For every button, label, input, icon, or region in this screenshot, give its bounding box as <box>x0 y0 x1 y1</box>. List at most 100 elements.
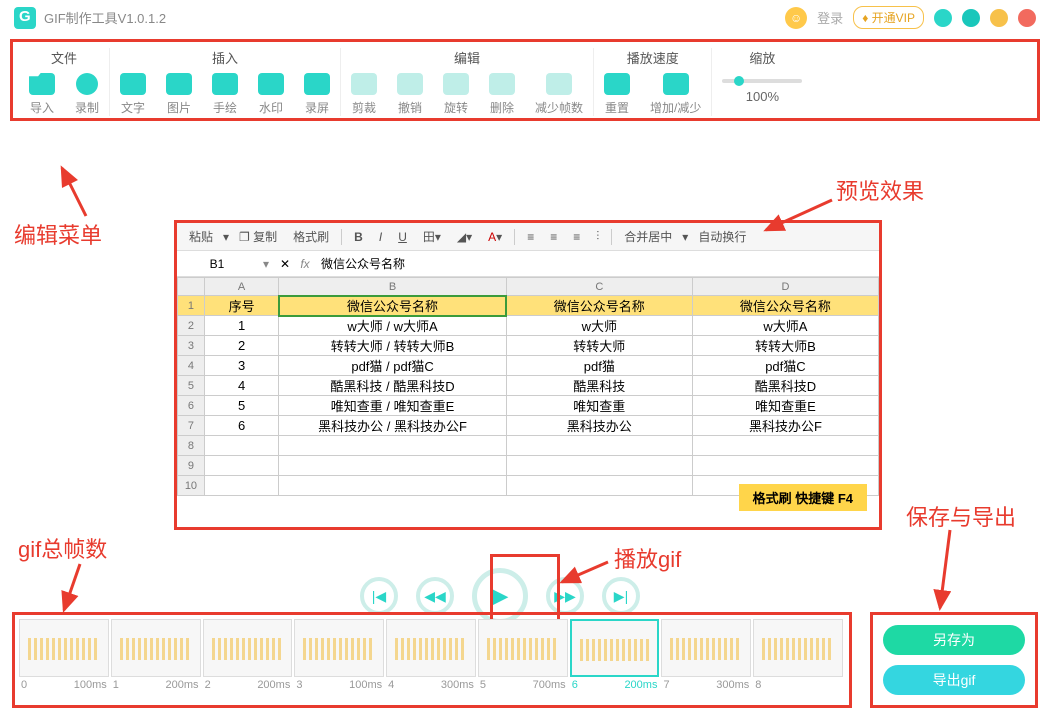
column-header[interactable] <box>178 278 205 296</box>
row-header[interactable]: 5 <box>178 376 205 396</box>
row-header[interactable]: 1 <box>178 296 205 316</box>
cell[interactable]: w大师 / w大师A <box>279 316 506 336</box>
column-header[interactable]: B <box>279 278 506 296</box>
export-gif-button[interactable]: 导出gif <box>883 665 1025 695</box>
frame-thumbnail[interactable]: 2200ms <box>203 619 293 701</box>
toolbar-手绘-button[interactable]: 手绘 <box>212 73 238 116</box>
cell[interactable]: 黑科技办公F <box>692 416 878 436</box>
frame-thumbnail[interactable]: 7300ms <box>661 619 751 701</box>
row-header[interactable]: 8 <box>178 436 205 456</box>
cell[interactable] <box>506 476 692 496</box>
toolbar-减少帧数-button[interactable]: 减少帧数 <box>535 73 583 116</box>
row-header[interactable]: 6 <box>178 396 205 416</box>
row-header[interactable]: 4 <box>178 356 205 376</box>
toolbar-删除-button[interactable]: 删除 <box>489 73 515 116</box>
login-link[interactable]: 登录 <box>817 8 843 27</box>
cancel-icon[interactable]: ✕ <box>275 257 295 271</box>
cell[interactable]: 2 <box>204 336 278 356</box>
cell[interactable] <box>506 436 692 456</box>
cell[interactable] <box>692 436 878 456</box>
toolbar-导入-button[interactable]: 导入 <box>29 73 55 116</box>
format-painter-button[interactable]: 格式刷 <box>287 226 335 247</box>
cell[interactable] <box>279 456 506 476</box>
row-header[interactable]: 9 <box>178 456 205 476</box>
align-left-button[interactable]: ≡ <box>521 228 540 246</box>
frame-thumbnail[interactable]: 0100ms <box>19 619 109 701</box>
cell[interactable] <box>204 476 278 496</box>
align-right-button[interactable]: ≡ <box>567 228 586 246</box>
toolbar-水印-button[interactable]: 水印 <box>258 73 284 116</box>
cell[interactable]: 转转大师 <box>506 336 692 356</box>
toolbar-图片-button[interactable]: 图片 <box>166 73 192 116</box>
toolbar-撤销-button[interactable]: 撤销 <box>397 73 423 116</box>
cell[interactable]: pdf猫 <box>506 356 692 376</box>
avatar-icon[interactable]: ☺ <box>785 7 807 29</box>
window-help-icon[interactable] <box>934 9 952 27</box>
paste-button[interactable]: 粘贴 <box>183 226 219 247</box>
cell[interactable]: 6 <box>204 416 278 436</box>
cell[interactable]: 唯知查重E <box>692 396 878 416</box>
italic-button[interactable]: I <box>373 228 388 246</box>
save-as-button[interactable]: 另存为 <box>883 625 1025 655</box>
align-center-button[interactable]: ≡ <box>544 228 563 246</box>
cell[interactable]: w大师 <box>506 316 692 336</box>
frame-thumbnail[interactable]: 5700ms <box>478 619 568 701</box>
first-frame-button[interactable]: |◀ <box>360 577 398 615</box>
toolbar-剪裁-button[interactable]: 剪裁 <box>351 73 377 116</box>
cell[interactable] <box>506 456 692 476</box>
zoom-slider[interactable] <box>722 79 802 83</box>
frame-thumbnail[interactable]: 6200ms <box>570 619 660 701</box>
toolbar-增加/减少-button[interactable]: 增加/减少 <box>650 73 701 116</box>
cell[interactable]: 唯知查重 <box>506 396 692 416</box>
row-header[interactable]: 2 <box>178 316 205 336</box>
column-header[interactable]: D <box>692 278 878 296</box>
cell[interactable]: 序号 <box>204 296 278 316</box>
formula-bar[interactable]: 微信公众号名称 <box>315 255 879 272</box>
column-header[interactable]: C <box>506 278 692 296</box>
fill-color-button[interactable]: ◢▾ <box>451 228 478 246</box>
column-header[interactable]: A <box>204 278 278 296</box>
cell[interactable]: 酷黑科技 <box>506 376 692 396</box>
prev-frame-button[interactable]: ◀◀ <box>416 577 454 615</box>
toolbar-重置-button[interactable]: 重置 <box>604 73 630 116</box>
cell[interactable]: 4 <box>204 376 278 396</box>
bold-button[interactable]: B <box>348 228 369 246</box>
cell[interactable]: 5 <box>204 396 278 416</box>
toolbar-录制-button[interactable]: 录制 <box>75 73 99 116</box>
merge-center-button[interactable]: 合并居中 <box>618 226 678 247</box>
cell[interactable]: 微信公众号名称 <box>279 296 506 316</box>
row-header[interactable]: 10 <box>178 476 205 496</box>
window-minimize-icon[interactable] <box>962 9 980 27</box>
cell[interactable]: 唯知查重 / 唯知查重E <box>279 396 506 416</box>
toolbar-旋转-button[interactable]: 旋转 <box>443 73 469 116</box>
row-header[interactable]: 7 <box>178 416 205 436</box>
frame-thumbnail[interactable]: 8 <box>753 619 843 701</box>
next-frame-button[interactable]: ▶▶ <box>546 577 584 615</box>
cell[interactable]: pdf猫 / pdf猫C <box>279 356 506 376</box>
cell[interactable] <box>204 436 278 456</box>
cell[interactable]: 酷黑科技 / 酷黑科技D <box>279 376 506 396</box>
underline-button[interactable]: U <box>392 228 413 246</box>
last-frame-button[interactable]: ▶| <box>602 577 640 615</box>
fx-icon[interactable]: fx <box>295 257 315 271</box>
cell[interactable]: 微信公众号名称 <box>692 296 878 316</box>
copy-button[interactable]: ❐ 复制 <box>233 226 283 247</box>
font-color-button[interactable]: A▾ <box>482 228 508 246</box>
cell[interactable] <box>279 476 506 496</box>
border-button[interactable]: 田▾ <box>417 226 447 247</box>
toolbar-文字-button[interactable]: 文字 <box>120 73 146 116</box>
cell[interactable]: 酷黑科技D <box>692 376 878 396</box>
frame-thumbnail[interactable]: 1200ms <box>111 619 201 701</box>
frame-thumbnail[interactable]: 3100ms <box>294 619 384 701</box>
cell[interactable]: 转转大师 / 转转大师B <box>279 336 506 356</box>
row-header[interactable]: 3 <box>178 336 205 356</box>
spreadsheet-grid[interactable]: ABCD1序号微信公众号名称微信公众号名称微信公众号名称21w大师 / w大师A… <box>177 277 879 496</box>
valign-button[interactable]: ⫶ <box>590 227 605 246</box>
frame-thumbnail[interactable]: 4300ms <box>386 619 476 701</box>
cell-ref-input[interactable] <box>177 257 257 271</box>
cell[interactable]: 1 <box>204 316 278 336</box>
cell[interactable] <box>692 456 878 476</box>
cell[interactable]: pdf猫C <box>692 356 878 376</box>
vip-button[interactable]: ♦ 开通VIP <box>853 6 924 29</box>
window-close-icon[interactable] <box>1018 9 1036 27</box>
